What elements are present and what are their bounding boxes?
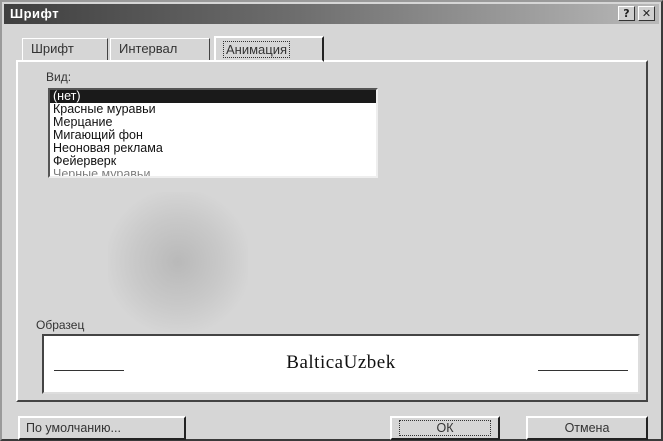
tab-animation-label: Анимация — [222, 41, 291, 58]
tab-font-label: Шрифт — [31, 41, 74, 56]
cancel-button[interactable]: Отмена — [526, 416, 648, 440]
list-item[interactable]: Черные муравьи — [50, 168, 376, 177]
tab-font[interactable]: Шрифт — [22, 38, 108, 60]
sample-underline-right — [538, 370, 628, 371]
tab-animation[interactable]: Анимация — [214, 36, 324, 62]
sample-preview: BalticaUzbek — [42, 334, 640, 394]
close-button[interactable]: ✕ — [638, 6, 655, 21]
default-button[interactable]: По умолчанию... — [18, 416, 186, 440]
vid-label: Вид: — [46, 70, 72, 84]
tab-spacing-label: Интервал — [119, 41, 178, 56]
help-button[interactable]: ? — [618, 6, 635, 21]
sample-label: Образец — [34, 318, 87, 332]
sample-group: BalticaUzbek Образец — [34, 318, 640, 396]
animation-listbox[interactable]: (нет) Красные муравьи Мерцание Мигающий … — [48, 88, 378, 178]
ok-button[interactable]: ОК — [390, 416, 500, 440]
animation-panel: Вид: (нет) Красные муравьи Мерцание Мига… — [16, 60, 648, 402]
scan-smudge — [108, 192, 248, 332]
font-dialog: Шрифт ? ✕ Шрифт Интервал Анимация Вид: (… — [0, 0, 663, 441]
title-bar[interactable]: Шрифт ? ✕ — [4, 4, 659, 24]
window-title: Шрифт — [10, 6, 60, 21]
tab-spacing[interactable]: Интервал — [110, 38, 210, 60]
ok-button-label: ОК — [399, 420, 491, 436]
